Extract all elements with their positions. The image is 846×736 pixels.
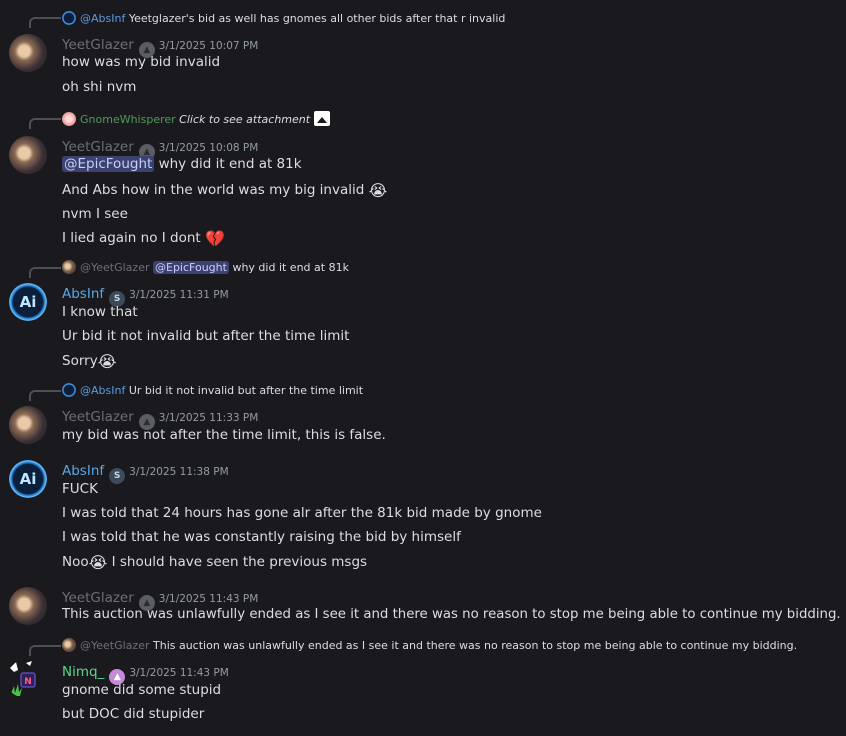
reply-author[interactable]: @YeetGlazer xyxy=(80,261,150,274)
message-line: my bid was not after the time limit, thi… xyxy=(62,427,386,443)
crying-emoji[interactable]: 😭 xyxy=(98,352,117,371)
avatar[interactable] xyxy=(9,136,47,174)
message-text: why did it end at 81k xyxy=(154,156,302,172)
reply-preview[interactable]: @YeetGlazer @EpicFought why did it end a… xyxy=(62,260,349,274)
message-line: nvm I see xyxy=(62,206,128,222)
message-line: but DOC did stupider xyxy=(62,706,205,722)
reply-attachment-text[interactable]: Click to see attachment xyxy=(179,113,310,126)
reply-avatar-icon xyxy=(62,11,76,25)
user-mention[interactable]: @EpicFought xyxy=(62,156,155,172)
message-text: Sorry xyxy=(62,353,98,369)
reply-preview[interactable]: @YeetGlazer This auction was unlawfully … xyxy=(62,638,797,652)
message-line: Noo😭 I should have seen the previous msg… xyxy=(62,553,367,572)
reply-preview[interactable]: @AbsInf Yeetglazer's bid as well has gno… xyxy=(62,11,505,25)
nimq-avatar-icon: N xyxy=(10,661,36,696)
message-line: how was my bid invalid xyxy=(62,54,221,70)
avatar[interactable]: N xyxy=(6,660,44,698)
timestamp: 3/1/2025 11:31 PM xyxy=(129,289,229,301)
user-mention[interactable]: @EpicFought xyxy=(153,261,229,274)
author-name[interactable]: YeetGlazer xyxy=(62,590,134,606)
role-icon: S xyxy=(109,468,126,484)
avatar[interactable]: Ai xyxy=(9,283,47,321)
message-line: Ur bid it not invalid but after the time… xyxy=(62,328,350,344)
message-text: I should have seen the previous msgs xyxy=(107,554,368,570)
crying-emoji[interactable]: 😭 xyxy=(89,553,108,572)
reply-text: Yeetglazer's bid as well has gnomes all … xyxy=(128,12,506,25)
message-text: And Abs how in the world was my big inva… xyxy=(62,182,365,198)
reply-author[interactable]: @AbsInf xyxy=(80,12,125,25)
message-text: I lied again no I dont xyxy=(62,230,201,246)
reply-preview[interactable]: GnomeWhisperer Click to see attachment xyxy=(62,111,331,126)
author-name[interactable]: YeetGlazer xyxy=(62,139,134,155)
avatar[interactable] xyxy=(9,587,47,625)
timestamp: 3/1/2025 10:08 PM xyxy=(158,142,259,154)
reply-author[interactable]: @YeetGlazer xyxy=(80,639,150,652)
reply-spine xyxy=(29,17,61,28)
message-text: Noo xyxy=(62,554,89,570)
reply-avatar-icon xyxy=(62,112,76,126)
author-name[interactable]: AbsInf xyxy=(62,286,104,302)
reply-text: This auction was unlawfully ended as I s… xyxy=(153,639,798,652)
timestamp: 3/1/2025 11:38 PM xyxy=(129,466,229,478)
message-line: FUCK xyxy=(62,481,98,497)
message-line: And Abs how in the world was my big inva… xyxy=(62,181,387,200)
avatar[interactable] xyxy=(9,406,47,444)
author-name[interactable]: YeetGlazer xyxy=(62,37,134,53)
reply-author[interactable]: GnomeWhisperer xyxy=(80,113,176,126)
message-line: I was told that 24 hours has gone alr af… xyxy=(62,505,542,521)
reply-spine xyxy=(29,645,61,656)
reply-avatar-icon xyxy=(62,638,76,652)
reply-text: why did it end at 81k xyxy=(228,261,349,274)
image-icon xyxy=(314,111,331,126)
reply-author[interactable]: @AbsInf xyxy=(80,384,125,397)
reply-spine xyxy=(29,267,61,278)
broken-heart-emoji[interactable]: 💔 xyxy=(205,229,225,248)
author-name[interactable]: Nimq_ xyxy=(62,664,104,680)
avatar[interactable] xyxy=(9,34,47,72)
timestamp: 3/1/2025 11:43 PM xyxy=(129,667,229,679)
crying-emoji[interactable]: 😭 xyxy=(369,181,388,200)
timestamp: 3/1/2025 10:07 PM xyxy=(158,40,259,52)
message-line: oh shi nvm xyxy=(62,79,137,95)
reply-preview[interactable]: @AbsInf Ur bid it not invalid but after … xyxy=(62,383,363,397)
message-line: This auction was unlawfully ended as I s… xyxy=(62,607,841,622)
svg-text:N: N xyxy=(24,677,32,687)
author-name[interactable]: AbsInf xyxy=(62,463,104,479)
timestamp: 3/1/2025 11:43 PM xyxy=(158,593,259,605)
reply-avatar-icon xyxy=(62,260,76,274)
message-line: gnome did some stupid xyxy=(62,682,222,698)
message-line: Sorry😭 xyxy=(62,352,116,371)
message-line: I was told that he was constantly raisin… xyxy=(62,529,461,545)
reply-spine xyxy=(29,118,61,129)
message-line: @EpicFought why did it end at 81k xyxy=(62,156,302,172)
avatar[interactable]: Ai xyxy=(9,460,47,498)
timestamp: 3/1/2025 11:33 PM xyxy=(158,412,259,424)
reply-spine xyxy=(29,390,61,401)
author-name[interactable]: YeetGlazer xyxy=(62,409,134,425)
message-line: I know that xyxy=(62,304,138,320)
reply-text: Ur bid it not invalid but after the time… xyxy=(128,384,364,397)
reply-avatar-icon xyxy=(62,383,76,397)
message-line: I lied again no I dont 💔 xyxy=(62,229,225,248)
